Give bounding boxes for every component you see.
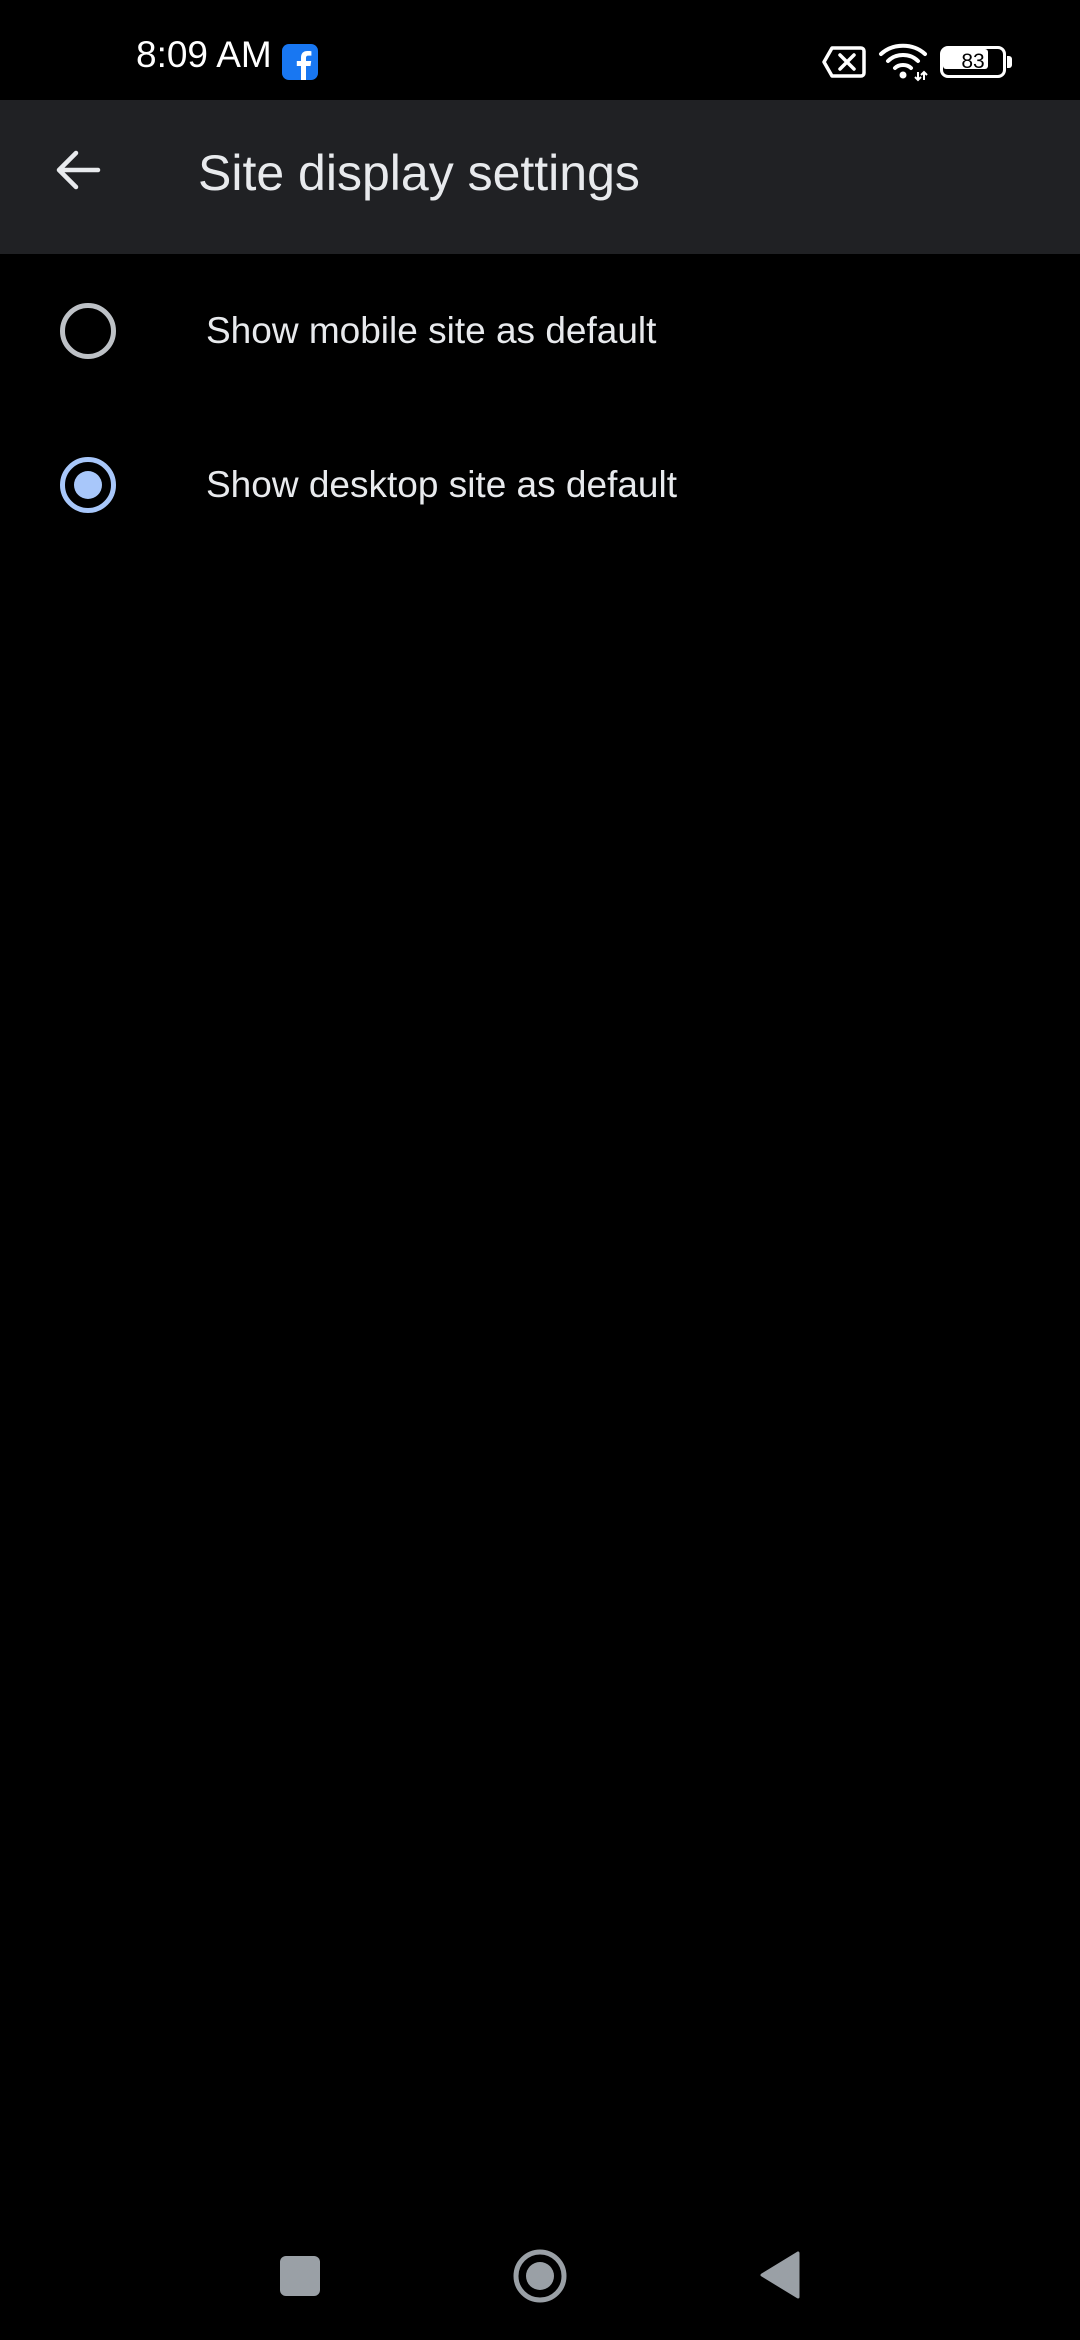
battery-level: 83 [961,50,985,73]
option-desktop-site[interactable]: Show desktop site as default [0,408,1080,562]
back-button[interactable] [40,132,116,208]
wifi-icon [879,43,928,82]
facebook-notification-icon [282,44,318,80]
radio-mobile-site[interactable] [60,303,116,359]
no-sim-icon [822,46,866,78]
option-mobile-site[interactable]: Show mobile site as default [0,254,1080,408]
status-time: 8:09 AM [136,34,272,75]
option-desktop-label: Show desktop site as default [206,464,678,505]
recents-square-icon[interactable] [280,2256,320,2296]
system-nav-bar [0,2220,1080,2340]
app-bar: Site display settings [0,100,1080,254]
home-circle-icon[interactable] [512,2248,568,2304]
back-triangle-icon[interactable] [758,2250,802,2300]
status-bar: 8:09 AM 83 [0,0,1080,100]
radio-selected-dot [74,471,102,499]
radio-desktop-site[interactable] [60,457,116,513]
option-mobile-label: Show mobile site as default [206,310,657,351]
arrow-back-icon [56,150,101,190]
battery-icon: 83 [940,46,1012,78]
page-title: Site display settings [198,145,640,201]
